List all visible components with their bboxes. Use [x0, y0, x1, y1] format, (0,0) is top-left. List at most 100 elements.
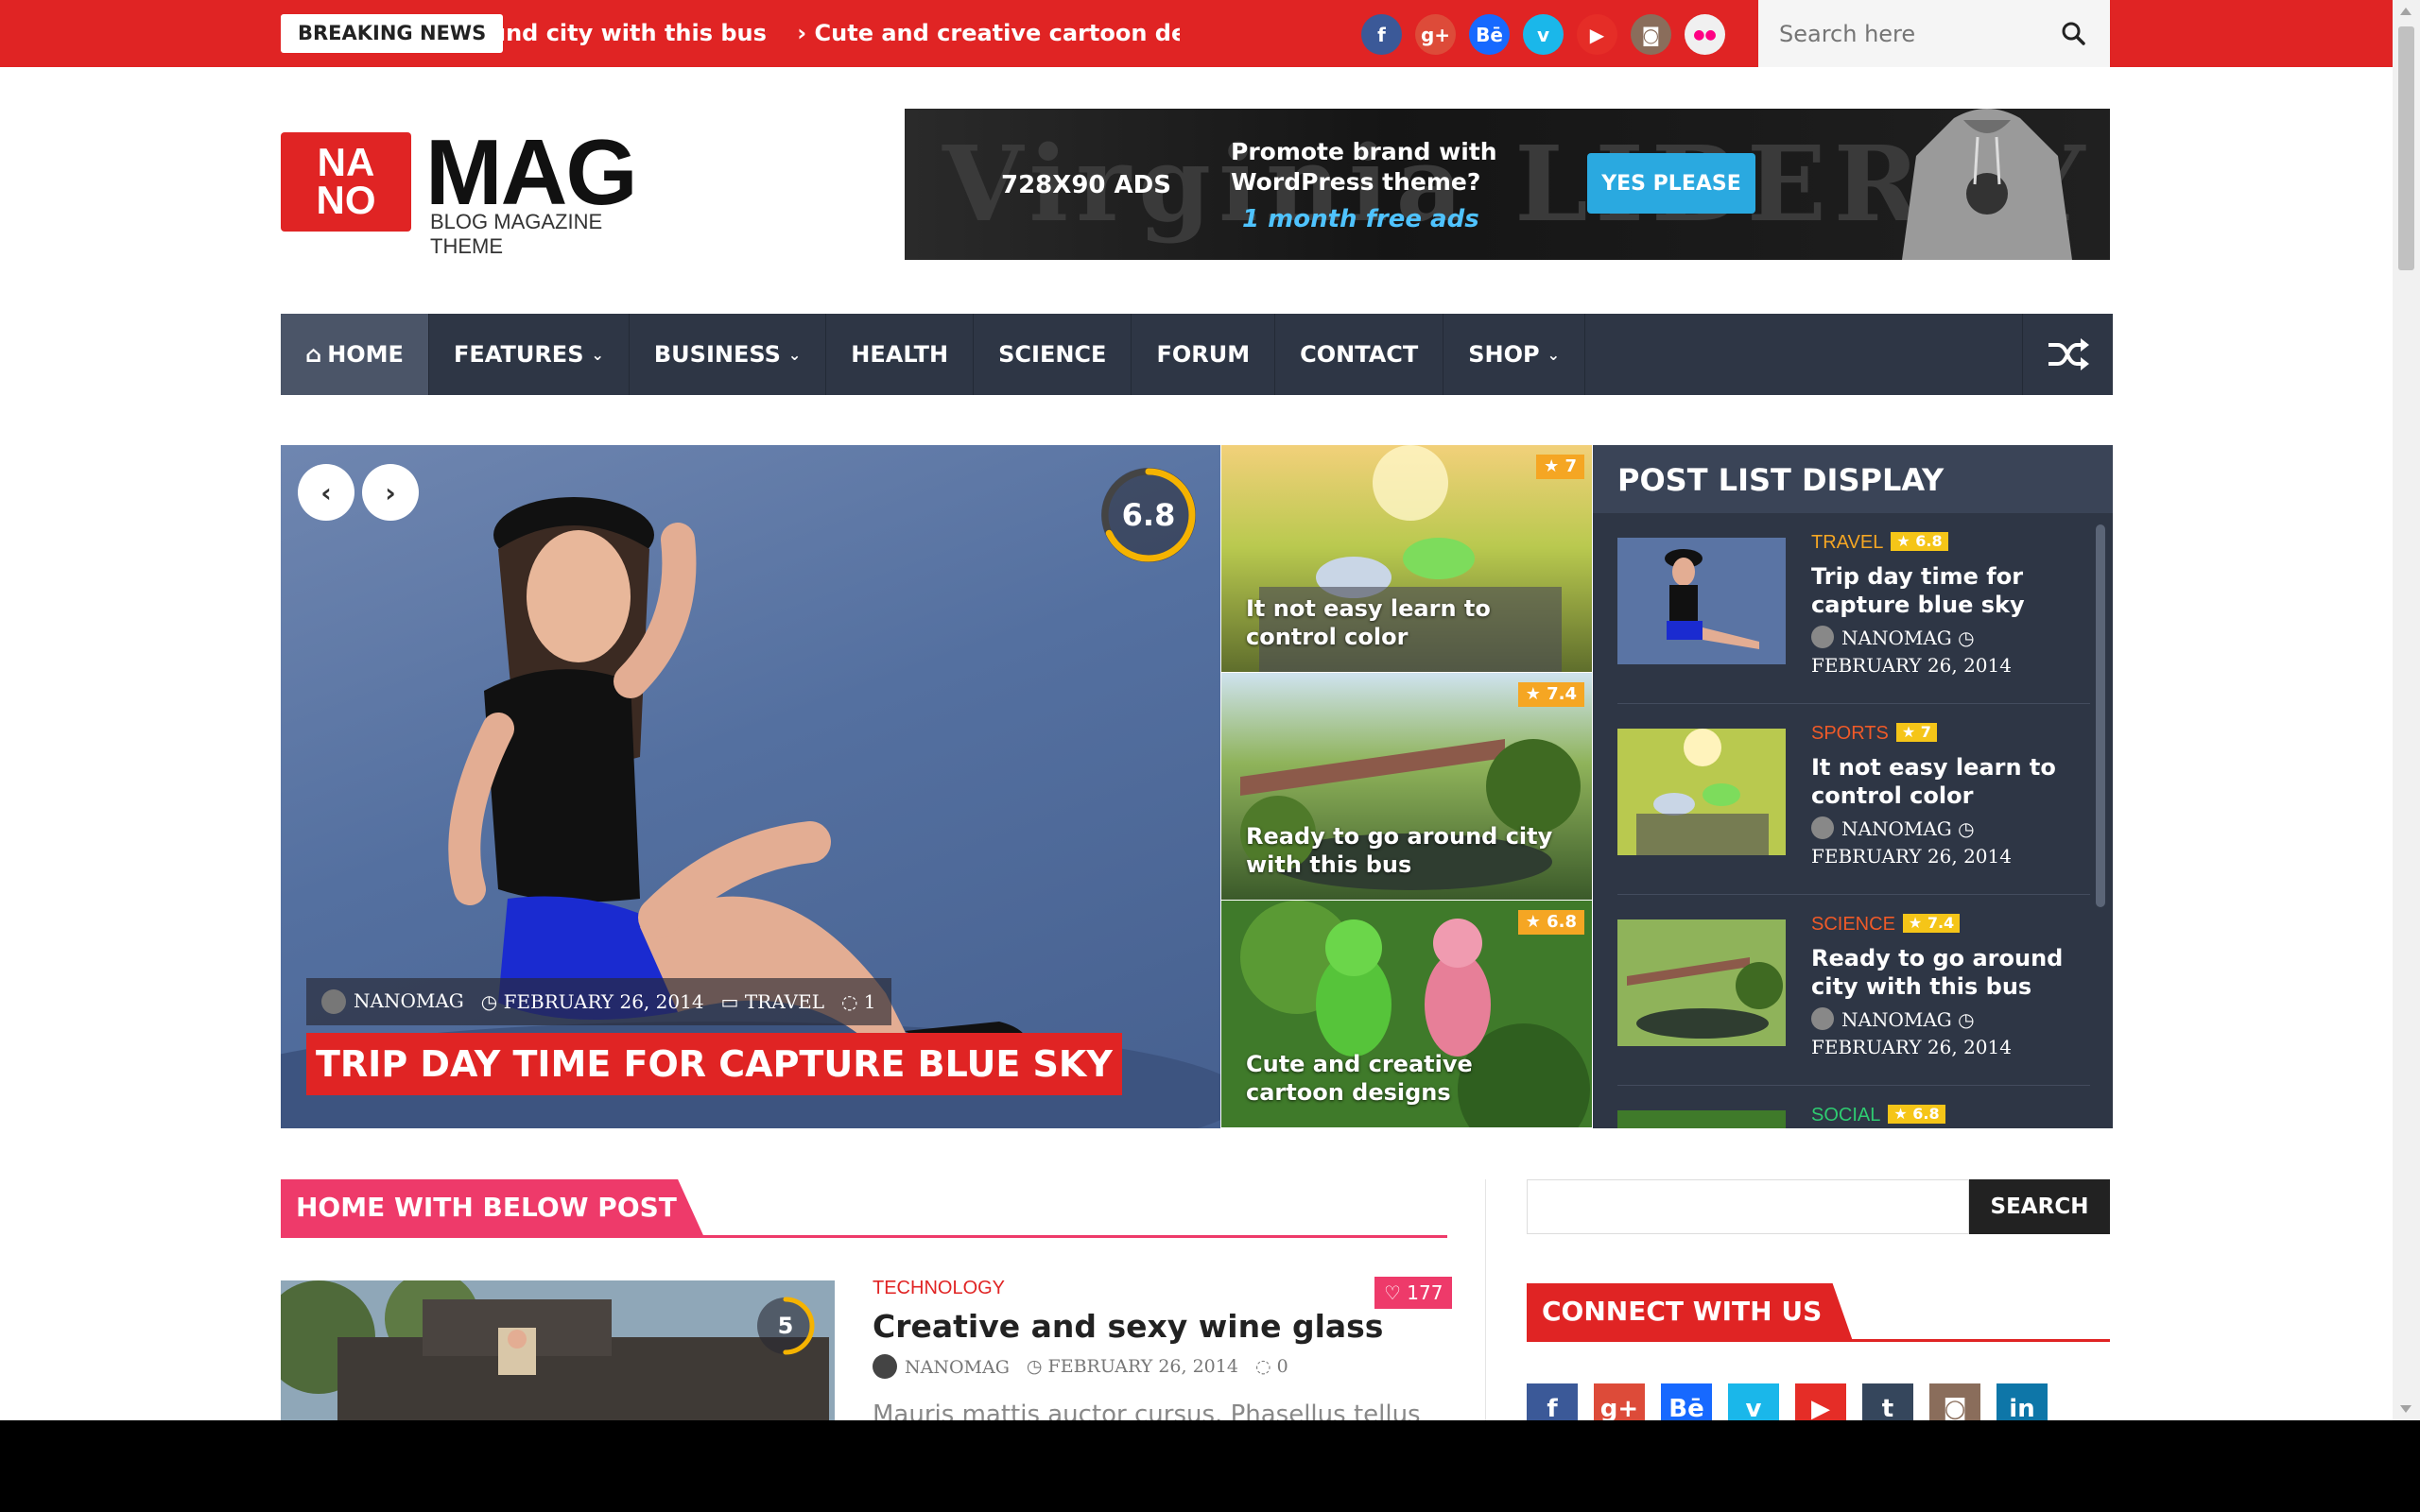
breaking-news-ticker[interactable]: und city with this bus › Cute and creati…: [490, 14, 1180, 53]
thumb-bridge: [1617, 919, 1786, 1046]
post-list-item[interactable]: SCIENCE ★ 7.4 Ready to go around city wit…: [1617, 895, 2090, 1086]
post-list-category[interactable]: SPORTS ★ 7: [1811, 723, 1937, 745]
slider-prev-button[interactable]: ‹: [298, 464, 354, 521]
tile-title[interactable]: It not easy learn to control color: [1246, 594, 1577, 651]
category-label[interactable]: TRAVEL: [1811, 532, 1883, 553]
post-title[interactable]: Creative and sexy wine glass: [873, 1308, 1383, 1345]
ticker-item[interactable]: und city with this bus: [490, 20, 767, 46]
facebook-icon[interactable]: f: [1527, 1383, 1578, 1420]
behance-icon[interactable]: Bē: [1469, 14, 1510, 55]
date-meta: ◷ FEBRUARY 26, 2014: [481, 990, 704, 1013]
scrollbar-thumb[interactable]: [2096, 524, 2105, 907]
nav-item-shop[interactable]: SHOP ⌄: [1443, 314, 1586, 395]
post-thumbnail[interactable]: 5: [281, 1280, 835, 1420]
site-logo[interactable]: NA NO MAG BLOG MAGAZINE THEME: [281, 120, 668, 258]
featured-slider[interactable]: ‹ › 6.8 NANOMAG ◷ FEBRUARY 26, 2014 ▭ TR…: [281, 445, 1220, 1128]
google-plus-icon[interactable]: g+: [1594, 1383, 1645, 1420]
author-name[interactable]: NANOMAG: [1841, 1008, 1952, 1031]
post-list-item-title[interactable]: Ready to go around city with this bus: [1811, 944, 2076, 1001]
slider-next-button[interactable]: ›: [362, 464, 419, 521]
featured-title[interactable]: TRIP DAY TIME FOR CAPTURE BLUE SKY: [306, 1033, 1122, 1095]
post-list-item[interactable]: SPORTS ★ 7 It not easy learn to control c…: [1617, 704, 2090, 895]
vimeo-icon[interactable]: v: [1523, 14, 1564, 55]
post-list-item[interactable]: SOCIAL ★ 6.8: [1617, 1086, 2090, 1128]
nav-item-features[interactable]: FEATURES ⌄: [429, 314, 630, 395]
nav-item-business[interactable]: BUSINESS ⌄: [630, 314, 827, 395]
post-list-scrollbar[interactable]: [2096, 513, 2105, 1128]
vimeo-icon[interactable]: v: [1728, 1383, 1779, 1420]
post-category[interactable]: TRAVEL: [745, 990, 824, 1013]
linkedin-icon[interactable]: in: [1996, 1383, 2048, 1420]
logo-badge-line: NO: [316, 178, 376, 222]
flickr-icon[interactable]: ●●: [1685, 14, 1725, 55]
instagram-icon[interactable]: ◙: [1631, 14, 1671, 55]
ad-banner[interactable]: Virginia LIBERTY OR 728X90 ADS Promote b…: [905, 109, 2110, 260]
tumblr-icon[interactable]: t: [1862, 1383, 1913, 1420]
comment-count[interactable]: 1: [864, 990, 876, 1013]
instagram-icon[interactable]: ◙: [1929, 1383, 1980, 1420]
category-label[interactable]: SPORTS: [1811, 723, 1889, 744]
page-scrollbar[interactable]: [2393, 0, 2420, 1420]
post-list-category[interactable]: TRAVEL ★ 6.8: [1811, 532, 1948, 554]
post-thumbnail[interactable]: [1617, 538, 1786, 664]
random-post-button[interactable]: [2022, 314, 2113, 395]
comments-meta[interactable]: ◌ 0: [1255, 1356, 1288, 1377]
author-name[interactable]: NANOMAG: [354, 989, 464, 1012]
post-list-category[interactable]: SOCIAL ★ 6.8: [1811, 1105, 1945, 1126]
youtube-icon[interactable]: ▶: [1795, 1383, 1846, 1420]
connect-social-icons: f g+ Bē v ▶ t ◙ in: [1527, 1383, 2048, 1420]
author-name[interactable]: NANOMAG: [1841, 627, 1952, 649]
chevron-right-icon: ›: [385, 476, 396, 508]
featured-tile[interactable]: ★ 7.4 Ready to go around city with this …: [1221, 673, 1592, 900]
scroll-up-arrow[interactable]: [2400, 8, 2411, 15]
nav-item-contact[interactable]: CONTACT: [1275, 314, 1444, 395]
category-label[interactable]: SCIENCE: [1811, 914, 1895, 935]
nav-item-science[interactable]: SCIENCE: [974, 314, 1132, 395]
featured-tile[interactable]: ★ 7 It not easy learn to control color: [1221, 445, 1592, 672]
post-date: FEBRUARY 26, 2014: [1811, 654, 2012, 677]
shuffle-icon: [2048, 338, 2089, 370]
author-meta[interactable]: NANOMAG: [321, 989, 464, 1015]
nav-item-health[interactable]: HEALTH: [826, 314, 975, 395]
ticker-item[interactable]: › Cute and creative cartoon designs: [797, 20, 1180, 46]
search-icon[interactable]: [2061, 21, 2085, 45]
featured-tile[interactable]: ★ 6.8 Cute and creative cartoon designs: [1221, 901, 1592, 1127]
post-list-meta: NANOMAG ◷ FEBRUARY 26, 2014: [1811, 625, 2076, 679]
category-label[interactable]: SOCIAL: [1811, 1105, 1880, 1125]
post-thumbnail[interactable]: [1617, 1110, 1786, 1128]
author-name[interactable]: NANOMAG: [1841, 817, 1952, 840]
yes-please-button[interactable]: YES PLEASE: [1587, 153, 1755, 214]
sidebar-search-input[interactable]: [1527, 1179, 1969, 1234]
post-list-item[interactable]: TRAVEL ★ 6.8 Trip day time for capture bl…: [1617, 513, 2090, 704]
nav-item-home[interactable]: ⌂ HOME: [281, 314, 429, 395]
post-thumbnail[interactable]: [1617, 919, 1786, 1046]
author-avatar: [1811, 816, 1834, 839]
facebook-icon[interactable]: f: [1361, 14, 1402, 55]
sidebar-search-button[interactable]: SEARCH: [1969, 1179, 2110, 1234]
behance-icon[interactable]: Bē: [1661, 1383, 1712, 1420]
breaking-news-label: BREAKING NEWS: [281, 14, 504, 53]
post-list-category[interactable]: SCIENCE ★ 7.4: [1811, 914, 1961, 936]
like-count-badge[interactable]: ♡ 177: [1374, 1277, 1453, 1309]
google-plus-icon[interactable]: g+: [1415, 14, 1456, 55]
post-thumbnail[interactable]: [1617, 729, 1786, 855]
post-list-widget: POST LIST DISPLAY TRAVEL ★ 6.8 Trip day t…: [1593, 445, 2113, 1128]
post-category[interactable]: TECHNOLOGY: [873, 1278, 1005, 1299]
scrollbar-thumb[interactable]: [2398, 26, 2414, 270]
tile-title[interactable]: Ready to go around city with this bus: [1246, 822, 1577, 879]
thumb-sneakers: [1617, 729, 1786, 855]
youtube-icon[interactable]: ▶: [1577, 14, 1617, 55]
post-list-header: POST LIST DISPLAY: [1593, 445, 2113, 513]
author-name[interactable]: NANOMAG: [905, 1357, 1010, 1378]
author-meta[interactable]: NANOMAG: [873, 1354, 1010, 1379]
nav-item-forum[interactable]: FORUM: [1132, 314, 1276, 395]
logo-badge: NA NO: [281, 132, 411, 232]
top-search-input[interactable]: [1779, 17, 2044, 51]
post-list-item-title[interactable]: It not easy learn to control color: [1811, 753, 2076, 810]
scroll-down-arrow[interactable]: [2400, 1405, 2411, 1413]
post-list-item-title[interactable]: Trip day time for capture blue sky: [1811, 562, 2076, 619]
comments-meta[interactable]: ◌ 1: [841, 990, 876, 1013]
tile-title[interactable]: Cute and creative cartoon designs: [1246, 1050, 1577, 1107]
comment-count[interactable]: 0: [1277, 1356, 1288, 1377]
category-meta[interactable]: ▭ TRAVEL: [721, 990, 824, 1013]
